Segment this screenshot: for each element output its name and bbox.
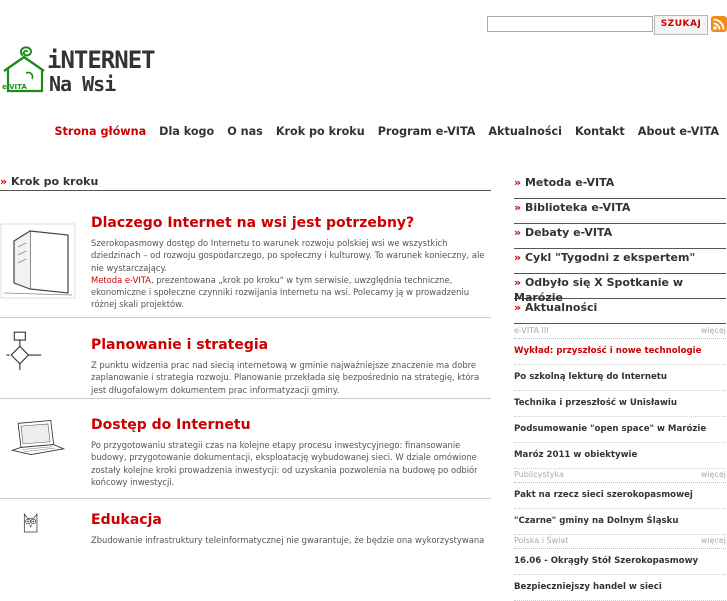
more-link[interactable]: więcej: [701, 469, 726, 481]
news-link[interactable]: "Czarne" gminy na Dolnym Śląsku: [514, 509, 726, 535]
logo-line-2: Na Wsi: [49, 72, 116, 96]
search-bar: SZUKAJ: [487, 15, 727, 35]
news-link[interactable]: Po szkolną lekturę do Internetu: [514, 365, 726, 391]
logo-badge: e-VITA: [2, 83, 27, 91]
article-text: Zbudowanie infrastruktury teleinformatyc…: [91, 535, 485, 545]
news-link[interactable]: Podsumowanie "open space" w Marózie: [514, 417, 726, 443]
nav-aktualnosci[interactable]: Aktualności: [488, 125, 562, 138]
article-text: Szerokopasmowy dostęp do Internetu to wa…: [91, 238, 485, 310]
article-text: Z punktu widzenia prac nad siecią intern…: [91, 360, 480, 395]
divider: [0, 398, 491, 399]
news-group-head: e-VITA III więcej: [514, 325, 726, 339]
news-group-head: Polska i Świat więcej: [514, 535, 726, 549]
flowchart-icon: [6, 331, 42, 371]
rss-icon[interactable]: [711, 16, 727, 32]
site-logo[interactable]: iNTERNET Na Wsi e-VITA: [0, 45, 156, 99]
sidebar-item-cykl[interactable]: » Cykl "Tygodni z ekspertem": [514, 250, 726, 274]
sidebar-item-biblioteka[interactable]: » Biblioteka e-VITA: [514, 200, 726, 224]
sidebar-item-spotkanie[interactable]: » Odbyło się X Spotkanie w Marózie: [514, 275, 726, 304]
nav-home[interactable]: Strona główna: [54, 125, 146, 138]
laptop-icon: [10, 419, 66, 455]
nav-about[interactable]: About e-VITA: [638, 125, 719, 138]
article-item: Dostęp do Internetu Po przygotowaniu str…: [0, 417, 491, 499]
news-link[interactable]: Technika i przeszłość w Unisławiu: [514, 391, 726, 417]
sidebar: » Metoda e-VITA » Biblioteka e-VITA » De…: [514, 175, 726, 601]
news-link[interactable]: 16.06 - Okrągły Stół Szerokopasmowy: [514, 549, 726, 575]
arrow-icon: »: [0, 175, 8, 188]
more-link[interactable]: więcej: [701, 535, 726, 547]
nav-kontakt[interactable]: Kontakt: [575, 125, 625, 138]
article-item: Edukacja Zbudowanie infrastruktury telei…: [0, 512, 491, 552]
section-title-text: Krok po kroku: [10, 175, 99, 188]
news-link[interactable]: Pakt na rzecz sieci szerokopasmowej: [514, 483, 726, 509]
news-link[interactable]: Bezpieczniejszy handel w sieci: [514, 575, 726, 601]
article-link-metoda[interactable]: Metoda e-VITA: [91, 275, 151, 285]
article-text: Po przygotowaniu strategii czas na kolej…: [91, 440, 478, 487]
sidebar-item-debaty[interactable]: » Debaty e-VITA: [514, 225, 726, 249]
news-group-head: Publicystyka więcej: [514, 469, 726, 483]
article-title[interactable]: Edukacja: [91, 512, 162, 528]
logo-wordmark: iNTERNET Na Wsi: [47, 46, 156, 96]
section-title: » Krok po kroku: [0, 175, 491, 191]
news-link[interactable]: Wykład: przyszłość i nowe technologie: [514, 339, 726, 365]
divider: [0, 317, 491, 318]
nav-o-nas[interactable]: O nas: [227, 125, 263, 138]
search-input[interactable]: [487, 16, 653, 32]
search-button[interactable]: SZUKAJ: [654, 15, 708, 35]
nav-dla-kogo[interactable]: Dla kogo: [159, 125, 214, 138]
article-item: Dlaczego Internet na wsi jest potrzebny?…: [0, 215, 491, 318]
article-title[interactable]: Planowanie i strategia: [91, 337, 268, 353]
more-link[interactable]: więcej: [701, 325, 726, 337]
article-item: Planowanie i strategia Z punktu widzenia…: [0, 331, 491, 399]
logo-line-1: iNTERNET: [47, 46, 156, 74]
nav-krok-po-kroku[interactable]: Krok po kroku: [276, 125, 365, 138]
owl-icon: [23, 513, 38, 533]
article-title[interactable]: Dlaczego Internet na wsi jest potrzebny?: [91, 215, 414, 231]
sidebar-item-aktualnosci[interactable]: » Aktualności: [514, 300, 726, 324]
divider: [0, 498, 491, 499]
news-link[interactable]: Maróz 2011 w obiektywie: [514, 443, 726, 469]
nav-program[interactable]: Program e-VITA: [378, 125, 476, 138]
article-title[interactable]: Dostęp do Internetu: [91, 417, 251, 433]
main-nav: Strona główna Dla kogo O nas Krok po kroku P…: [41, 120, 719, 138]
door-icon: [0, 223, 76, 299]
sidebar-item-metoda[interactable]: » Metoda e-VITA: [514, 175, 726, 199]
